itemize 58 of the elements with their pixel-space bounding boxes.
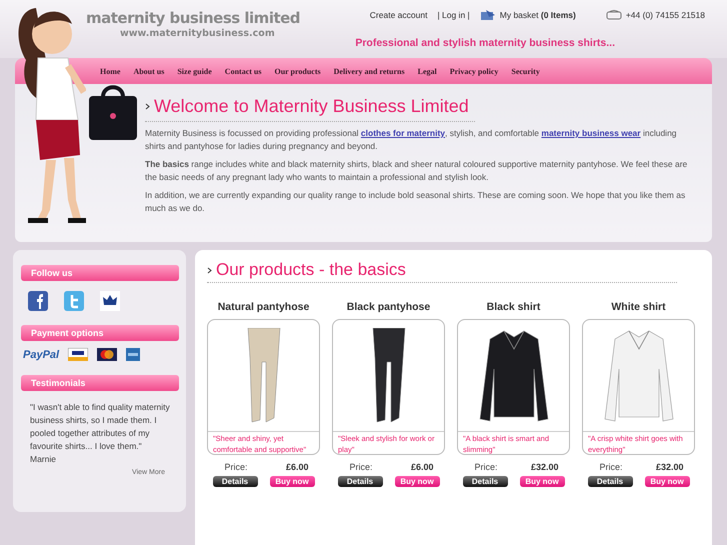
- price-value: £32.00: [530, 462, 558, 472]
- chevron-icon: [145, 103, 150, 110]
- nav-link[interactable]: Privacy policy: [450, 66, 498, 76]
- price-label: Price:: [600, 462, 623, 472]
- intro-paragraph: The basics range includes white and black maternity shirts, black and sheer natural coloured supportive maternity pantyhose. We feel these are the basic needs of any pregnant lady who wants to maintain a professional and stylish look.: [145, 158, 688, 184]
- buy-now-button[interactable]: Buy now: [644, 476, 690, 487]
- account-link[interactable]: Create account: [370, 10, 428, 20]
- buy-now-button[interactable]: Buy now: [394, 476, 440, 487]
- product-name: Black pantyhose: [346, 301, 430, 313]
- details-button[interactable]: Details: [212, 476, 258, 487]
- text-link[interactable]: clothes for maternity: [360, 128, 445, 138]
- buy-now-button[interactable]: Buy now: [270, 476, 314, 487]
- briefcase-icon: [88, 84, 138, 140]
- testimonial-author: Marnie: [30, 453, 57, 466]
- product-name: White shirt: [611, 301, 666, 313]
- basket-link[interactable]: My basket (0 Items): [500, 10, 576, 20]
- card-icon: [126, 348, 140, 361]
- phone-number: +44 (0) 74155 21518: [626, 10, 705, 20]
- testimonial-quote: "I wasn't able to find quality maternity business shirts, so I made them. I pooled together attributes of my favourite shirts... I love them.": [30, 401, 171, 453]
- intro-paragraph: Maternity Business is focussed on providing professional clothes for maternity, stylish, and comfortable maternity business wear including shirts and pantyhose for ladies during pregnancy and beyond.: [145, 127, 678, 153]
- card-icon: [68, 348, 88, 361]
- welcome-heading: Welcome to Maternity Business Limited: [154, 96, 469, 117]
- nav-link[interactable]: Home: [100, 66, 120, 76]
- price-value: £6.00: [286, 462, 308, 472]
- nav-link[interactable]: Legal: [418, 66, 437, 76]
- paypal-logo: PayPal: [23, 348, 60, 360]
- products-heading: Our products - the basics: [216, 260, 406, 280]
- nav-link[interactable]: Security: [511, 66, 540, 76]
- price-value: £6.00: [410, 462, 434, 472]
- price-value: £32.00: [656, 462, 684, 472]
- basket-icon[interactable]: [480, 9, 496, 21]
- details-button[interactable]: Details: [588, 476, 632, 487]
- details-button[interactable]: Details: [462, 476, 508, 487]
- text-link[interactable]: maternity business wear: [541, 128, 641, 138]
- site-url: www.maternitybusiness.com: [120, 28, 276, 39]
- section-header: Payment options: [21, 325, 179, 341]
- price-label: Price:: [474, 462, 498, 472]
- buy-now-button[interactable]: Buy now: [520, 476, 564, 487]
- price-label: Price:: [350, 462, 373, 472]
- nav-link[interactable]: Contact us: [224, 66, 262, 76]
- chevron-icon: [207, 266, 212, 274]
- phone-icon: [606, 10, 622, 20]
- facebook-icon[interactable]: [28, 291, 48, 311]
- card-icon: [97, 348, 118, 361]
- price-label: Price:: [224, 462, 248, 472]
- account-link[interactable]: | Log in |: [437, 10, 470, 20]
- crown-logo-icon[interactable]: [100, 291, 120, 311]
- section-header: Testimonials: [21, 375, 179, 391]
- nav-link[interactable]: Delivery and returns: [334, 66, 405, 76]
- nav-link[interactable]: Size guide: [177, 66, 212, 76]
- nav-link[interactable]: About us: [133, 66, 164, 76]
- section-header: Follow us: [21, 265, 179, 281]
- nav-link[interactable]: Our products: [274, 66, 321, 76]
- product-name: Natural pantyhose: [218, 301, 310, 313]
- intro-paragraph: In addition, we are currently expanding our quality range to include bold seasonal shirts. These are coming soon. We hope that you like them as much as we do.: [145, 189, 686, 215]
- details-button[interactable]: Details: [338, 476, 382, 487]
- product-name: Black shirt: [486, 301, 540, 313]
- tagline: Professional and stylish maternity business shirts...: [355, 37, 615, 49]
